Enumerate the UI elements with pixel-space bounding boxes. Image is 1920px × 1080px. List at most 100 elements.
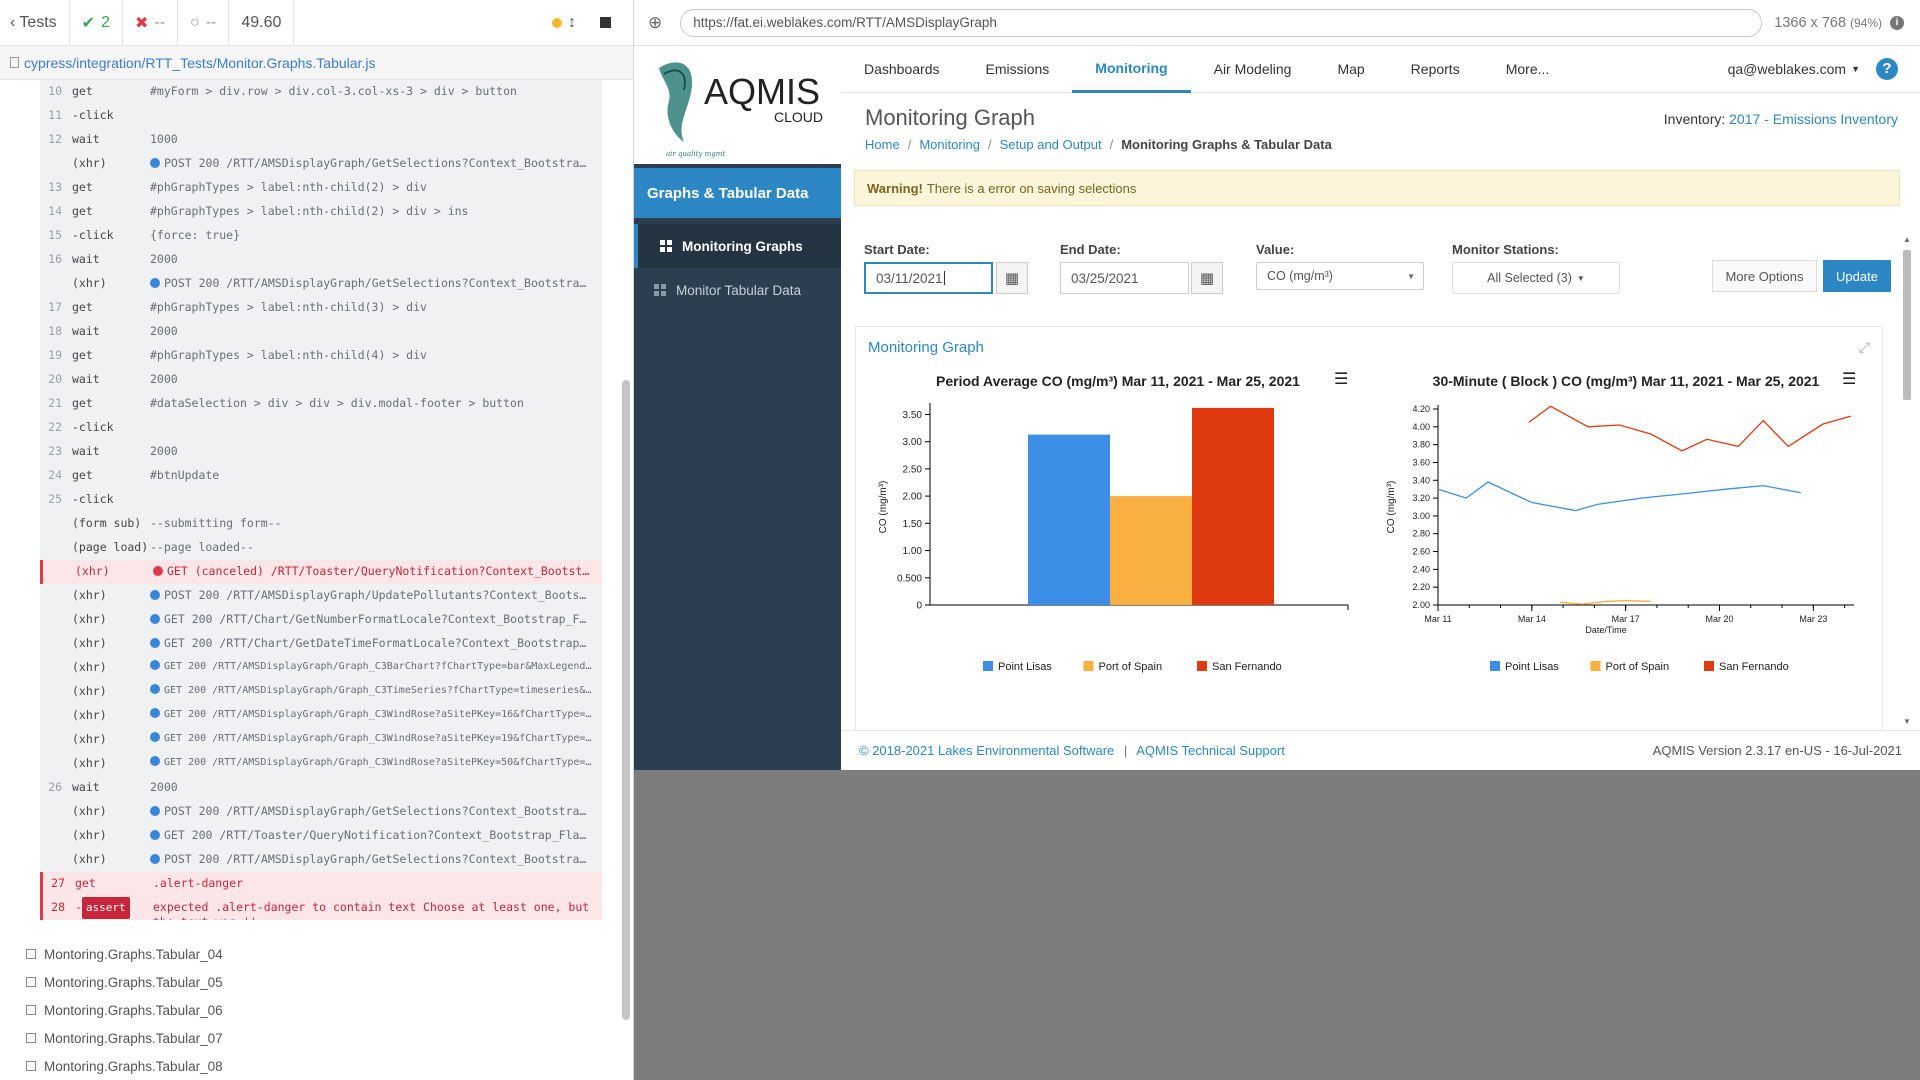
support-link[interactable]: AQMIS Technical Support: [1136, 743, 1285, 758]
spec-path-link[interactable]: cypress/integration/RTT_Tests/Monitor.Gr…: [0, 46, 633, 80]
command-name: wait: [72, 324, 100, 338]
chevron-left-icon: ‹: [10, 13, 16, 31]
selector-playground-icon[interactable]: ⊕: [648, 13, 662, 33]
test-item[interactable]: Montoring.Graphs.Tabular_06: [26, 996, 586, 1024]
app-footer: © 2018-2021 Lakes Environmental Software…: [841, 730, 1920, 770]
command-name: (xhr): [72, 708, 107, 722]
inventory-link[interactable]: 2017 - Emissions Inventory: [1729, 111, 1898, 127]
command-row[interactable]: 17 get #phGraphTypes > label:nth-child(3) …: [40, 296, 602, 320]
command-row[interactable]: 13 get #phGraphTypes > label:nth-child(2) …: [40, 176, 602, 200]
series-line: [1437, 481, 1801, 512]
command-row[interactable]: 22 -click: [40, 416, 602, 440]
running-indicator[interactable]: ↕: [542, 0, 586, 46]
nav-reports[interactable]: Reports: [1388, 46, 1483, 93]
command-row[interactable]: (xhr) POST 200 /RTT/AMSDisplayGraph/GetSe…: [40, 848, 602, 872]
more-options-button[interactable]: More Options: [1712, 260, 1817, 292]
command-row[interactable]: 28 - assert expected .alert-danger to conta…: [40, 896, 602, 920]
end-date-input[interactable]: 03/25/2021: [1060, 262, 1189, 294]
nav-more[interactable]: More...: [1483, 46, 1573, 93]
command-row[interactable]: 27 get .alert-danger: [40, 872, 602, 896]
command-row[interactable]: 15 -click {force: true}: [40, 224, 602, 248]
copyright-link[interactable]: © 2018-2021 Lakes Environmental Software: [859, 743, 1114, 758]
command-row[interactable]: 12 wait 1000: [40, 128, 602, 152]
xhr-status-icon: [150, 854, 160, 864]
command-row[interactable]: (page load) --page loaded--: [40, 536, 602, 560]
start-date-input[interactable]: 03/11/2021: [864, 262, 993, 294]
command-row[interactable]: (xhr) GET 200 /RTT/AMSDisplayGraph/Graph_…: [40, 728, 602, 752]
command-row[interactable]: 11 -click: [40, 104, 602, 128]
nav-map[interactable]: Map: [1314, 46, 1387, 93]
command-row[interactable]: (xhr) POST 200 /RTT/AMSDisplayGraph/GetSe…: [40, 272, 602, 296]
xhr-status-icon: [150, 158, 160, 168]
command-row[interactable]: (xhr) GET 200 /RTT/AMSDisplayGraph/Graph_…: [40, 680, 602, 704]
url-field[interactable]: https://fat.ei.weblakes.com/RTT/AMSDispl…: [680, 8, 1763, 37]
command-row[interactable]: 16 wait 2000: [40, 248, 602, 272]
command-name: (xhr): [72, 684, 107, 698]
command-name: (xhr): [75, 564, 110, 578]
breadcrumb-setup-output[interactable]: Setup and Output: [1000, 137, 1102, 152]
command-row[interactable]: 14 get #phGraphTypes > label:nth-child(2) …: [40, 200, 602, 224]
chart-menu-icon[interactable]: ☰: [1842, 372, 1858, 388]
command-message: POST 200 /RTT/AMSDisplayGraph/GetSelecti…: [150, 800, 592, 822]
command-row[interactable]: (xhr) POST 200 /RTT/AMSDisplayGraph/GetSe…: [40, 800, 602, 824]
command-message: POST 200 /RTT/AMSDisplayGraph/GetSelecti…: [150, 152, 592, 174]
command-row[interactable]: (xhr) GET 200 /RTT/AMSDisplayGraph/Graph_…: [40, 656, 602, 680]
tests-back-button[interactable]: ‹ Tests: [0, 0, 70, 46]
command-number: 25: [48, 492, 62, 506]
test-item[interactable]: Montoring.Graphs.Tabular_07: [26, 1024, 586, 1052]
value-select[interactable]: CO (mg/m³) ▼: [1256, 262, 1424, 290]
nav-emissions[interactable]: Emissions: [963, 46, 1073, 93]
logo[interactable]: air quality mgmt AQMIS CLOUD: [634, 46, 841, 164]
runner-header: ‹ Tests ✔ 2 ✖ -- ○ -- 49.60 ↕: [0, 0, 633, 46]
help-icon[interactable]: ?: [1876, 58, 1898, 80]
expand-icon[interactable]: ⤢: [1859, 339, 1870, 356]
test-item[interactable]: Montoring.Graphs.Tabular_08: [26, 1052, 586, 1080]
test-item[interactable]: Montoring.Graphs.Tabular_04: [26, 940, 586, 968]
command-row[interactable]: 19 get #phGraphTypes > label:nth-child(4) …: [40, 344, 602, 368]
test-item[interactable]: Montoring.Graphs.Tabular_05: [26, 968, 586, 996]
command-row[interactable]: 20 wait 2000: [40, 368, 602, 392]
command-row[interactable]: 10 get #myForm > div.row > div.col-3.col-x…: [40, 80, 602, 104]
legend-swatch: [1197, 661, 1207, 671]
command-row[interactable]: 18 wait 2000: [40, 320, 602, 344]
command-row[interactable]: (xhr) POST 200 /RTT/AMSDisplayGraph/GetSe…: [40, 152, 602, 176]
command-row[interactable]: (xhr) GET 200 /RTT/Chart/GetDateTimeForma…: [40, 632, 602, 656]
nav-dashboards[interactable]: Dashboards: [841, 46, 963, 93]
command-row[interactable]: 23 wait 2000: [40, 440, 602, 464]
x-tick-label: Mar 17: [1612, 614, 1640, 624]
monitor-stations-dropdown[interactable]: All Selected (3) ▼: [1452, 262, 1620, 294]
chart-menu-icon[interactable]: ☰: [1334, 372, 1350, 388]
sidebar-item-monitor-tabular-data[interactable]: Monitor Tabular Data: [634, 268, 841, 312]
legend-label: San Fernando: [1719, 661, 1789, 673]
command-row[interactable]: (xhr) GET 200 /RTT/Toaster/QueryNotificat…: [40, 824, 602, 848]
command-row[interactable]: 26 wait 2000: [40, 776, 602, 800]
command-row[interactable]: (xhr) GET (canceled) /RTT/Toaster/QueryNo…: [40, 560, 602, 584]
info-icon[interactable]: i: [1890, 15, 1905, 30]
page-scrollbar[interactable]: ▲ ▼: [1902, 236, 1912, 726]
command-row[interactable]: (xhr) GET 200 /RTT/Chart/GetNumberFormatL…: [40, 608, 602, 632]
test-title: Montoring.Graphs.Tabular_08: [44, 1058, 223, 1074]
command-message: GET 200 /RTT/AMSDisplayGraph/Graph_C3Win…: [150, 752, 592, 774]
command-number: 15: [48, 228, 62, 242]
stop-button[interactable]: [586, 0, 633, 46]
command-row[interactable]: (xhr) POST 200 /RTT/AMSDisplayGraph/Updat…: [40, 584, 602, 608]
end-date-calendar-icon[interactable]: ▦: [1191, 262, 1223, 294]
command-row[interactable]: 24 get #btnUpdate: [40, 464, 602, 488]
command-row[interactable]: (xhr) GET 200 /RTT/AMSDisplayGraph/Graph_…: [40, 704, 602, 728]
start-date-calendar-icon[interactable]: ▦: [996, 262, 1028, 294]
update-button[interactable]: Update: [1823, 260, 1891, 292]
breadcrumb-home[interactable]: Home: [865, 137, 900, 152]
page-title: Monitoring Graph: [865, 105, 1035, 130]
runner-scrollbar[interactable]: [622, 380, 630, 1020]
command-row[interactable]: 21 get #dataSelection > div > div > div.mo…: [40, 392, 602, 416]
command-row[interactable]: 25 -click: [40, 488, 602, 512]
status-dot-icon: [552, 17, 562, 28]
command-row[interactable]: (form sub) --submitting form--: [40, 512, 602, 536]
command-message: 2000: [150, 248, 592, 270]
breadcrumb-monitoring[interactable]: Monitoring: [919, 137, 980, 152]
user-menu[interactable]: qa@weblakes.com ▼ ?: [1728, 58, 1898, 80]
sidebar-item-monitoring-graphs[interactable]: Monitoring Graphs: [634, 224, 841, 268]
nav-monitoring[interactable]: Monitoring: [1072, 46, 1191, 93]
nav-air-modeling[interactable]: Air Modeling: [1191, 46, 1315, 93]
command-row[interactable]: (xhr) GET 200 /RTT/AMSDisplayGraph/Graph_…: [40, 752, 602, 776]
